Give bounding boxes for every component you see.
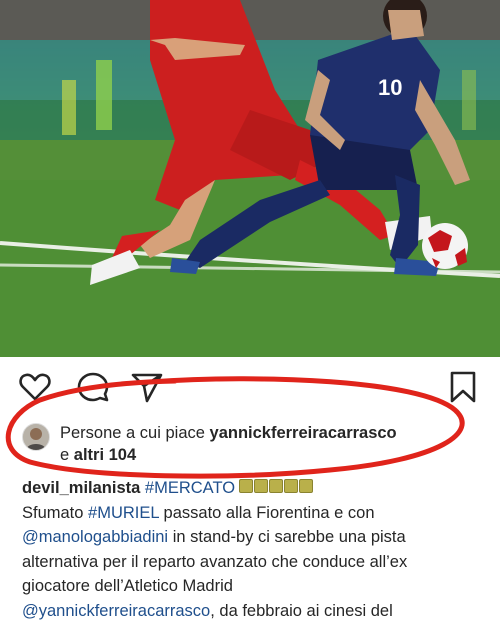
caption-line-4: alternativa per il reparto avanzato che … — [22, 550, 492, 575]
caption-line-3: @manologabbiadini in stand-by ci sarebbe… — [22, 525, 492, 550]
caption-text: giocatore dell’Atletico Madrid — [22, 577, 233, 595]
comment-icon — [77, 372, 109, 402]
caption-hashtag-muriel[interactable]: #MURIEL — [88, 504, 159, 522]
caption-mention-carrasco[interactable]: @yannickferreiracarrasco — [22, 602, 210, 620]
caption-hashtag-mercato[interactable]: #MERCATO — [145, 479, 235, 497]
svg-text:10: 10 — [378, 75, 402, 100]
likes-others-count[interactable]: altri 104 — [74, 446, 136, 464]
caption-text: Sfumato — [22, 503, 89, 522]
caption-text: in stand-by ci sarebbe una pista — [168, 528, 406, 546]
likes-text-line2: e altri 104 — [60, 446, 136, 465]
likes-prefix: Persone a cui piace — [60, 424, 210, 442]
match-illustration: 10 — [0, 0, 500, 357]
caption-username[interactable]: devil_milanista — [22, 479, 140, 497]
caption-line-2: Sfumato #MURIEL passato alla Fiorentina … — [22, 501, 492, 526]
likes-text-line1: Persone a cui piace yannickferreiracarra… — [60, 424, 397, 443]
caption-line-1: devil_milanista #MERCATO — [22, 476, 492, 501]
caption-text: passato alla Fiorentina e con — [158, 503, 375, 522]
post-action-bar — [0, 366, 500, 410]
caption-text: , da febbraio ai cinesi del — [210, 601, 393, 620]
avatar-image — [23, 424, 49, 450]
send-icon — [131, 373, 163, 403]
likes-conjunction: e — [60, 446, 74, 464]
caption-line-5: giocatore dell’Atletico Madrid — [22, 574, 492, 599]
like-button[interactable] — [18, 370, 52, 404]
liker-avatar[interactable] — [22, 423, 50, 451]
emoji-icons — [239, 476, 314, 501]
share-button[interactable] — [130, 370, 164, 404]
likes-summary[interactable]: Persone a cui piace yannickferreiracarra… — [22, 420, 462, 470]
post-caption: devil_milanista #MERCATO Sfumato #MURIEL… — [22, 476, 492, 623]
post-photo[interactable]: 10 — [0, 0, 500, 357]
heart-icon — [19, 373, 51, 401]
caption-text: alternativa per il reparto avanzato che … — [22, 552, 408, 571]
comment-button[interactable] — [76, 370, 110, 404]
liker-username[interactable]: yannickferreiracarrasco — [210, 424, 397, 442]
bookmark-icon — [450, 371, 476, 403]
save-button[interactable] — [446, 370, 480, 404]
caption-line-6: @yannickferreiracarrasco, da febbraio ai… — [22, 599, 492, 624]
caption-mention-gabbiadini[interactable]: @manologabbiadini — [22, 528, 168, 546]
